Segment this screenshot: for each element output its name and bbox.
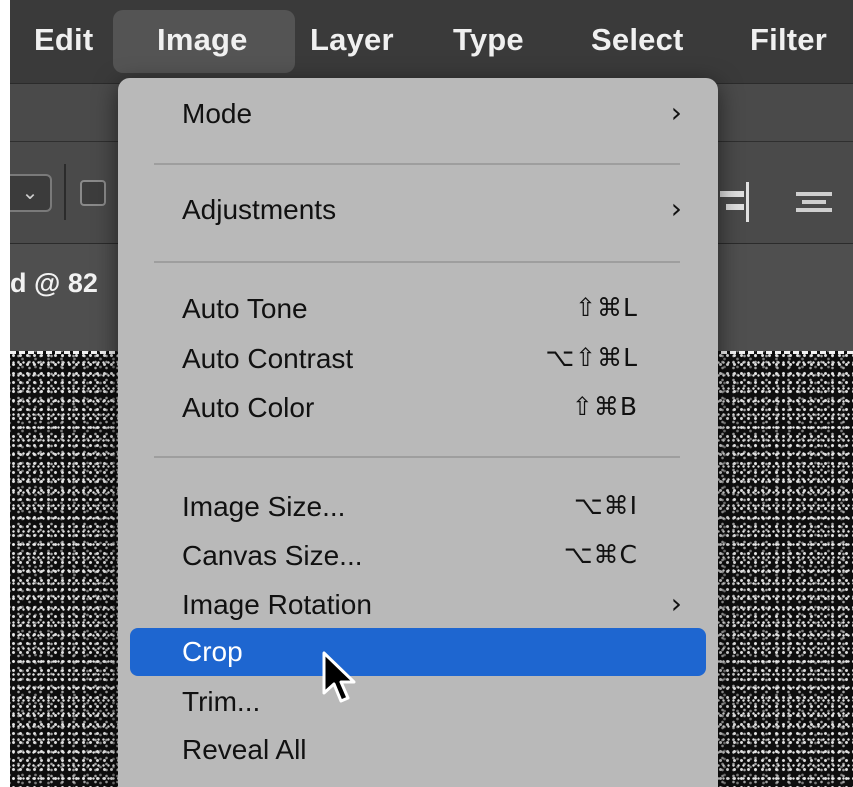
chevron-right-icon: › <box>670 192 682 225</box>
menu-select[interactable]: Select <box>591 22 684 58</box>
menu-item-label: Auto Color <box>182 392 315 423</box>
menu-item-label: Crop <box>182 636 243 667</box>
menu-item-image-size[interactable]: Image Size... ⌥⌘I <box>118 483 718 531</box>
menu-separator <box>154 456 680 458</box>
menu-item-shortcut: ⌥⌘C <box>563 540 638 569</box>
menu-item-label: Adjustments <box>182 194 337 225</box>
options-separator <box>64 164 66 220</box>
menu-item-shortcut: ⌥⌘I <box>573 491 638 520</box>
menu-item-adjustments[interactable]: Adjustments › <box>118 186 718 234</box>
menu-item-shortcut: ⇧⌘L <box>575 293 638 322</box>
menu-item-crop[interactable]: Crop <box>118 628 718 676</box>
chevron-down-icon: ⌄ <box>21 182 39 204</box>
menu-item-label: Auto Contrast <box>182 343 354 374</box>
menu-type[interactable]: Type <box>453 22 524 58</box>
image-menu-dropdown: Mode › Adjustments › Auto Tone ⇧⌘L Auto … <box>118 78 718 787</box>
menu-item-label: Image Size... <box>182 491 346 522</box>
align-center-icon[interactable] <box>792 182 836 222</box>
menu-separator <box>154 163 680 165</box>
arrow-cursor-icon <box>322 651 356 703</box>
menu-layer[interactable]: Layer <box>310 22 394 58</box>
app-window: Edit Image Layer Type Select Filter ⌄ d … <box>10 0 853 787</box>
menu-item-trim[interactable]: Trim... <box>118 678 718 726</box>
menu-item-shortcut: ⇧⌘B <box>571 392 638 421</box>
menu-item-auto-contrast[interactable]: Auto Contrast ⌥⇧⌘L <box>118 335 718 383</box>
chevron-right-icon: › <box>670 96 682 129</box>
menu-item-image-rotation[interactable]: Image Rotation › <box>118 581 718 629</box>
menu-item-reveal-all[interactable]: Reveal All <box>118 726 718 774</box>
menu-separator <box>154 261 680 263</box>
menu-item-label: Mode <box>182 98 253 129</box>
menu-edit[interactable]: Edit <box>34 22 93 58</box>
menu-item-auto-color[interactable]: Auto Color ⇧⌘B <box>118 384 718 432</box>
menu-item-mode[interactable]: Mode › <box>118 90 718 138</box>
options-dropdown[interactable]: ⌄ <box>10 174 52 212</box>
menu-item-label: Canvas Size... <box>182 540 363 571</box>
menu-filter[interactable]: Filter <box>750 22 827 58</box>
menu-item-label: Trim... <box>182 686 261 717</box>
menu-item-label: Image Rotation <box>182 589 372 620</box>
menu-item-canvas-size[interactable]: Canvas Size... ⌥⌘C <box>118 532 718 580</box>
menubar: Edit Image Layer Type Select Filter <box>10 0 853 83</box>
checkbox-icon[interactable] <box>80 180 106 206</box>
menu-item-shortcut: ⌥⇧⌘L <box>545 343 638 372</box>
menu-item-auto-tone[interactable]: Auto Tone ⇧⌘L <box>118 285 718 333</box>
chevron-right-icon: › <box>670 587 682 620</box>
menu-item-label: Auto Tone <box>182 293 308 324</box>
menu-item-label: Reveal All <box>182 734 307 765</box>
document-tab-title: d @ 82 <box>10 268 98 298</box>
menu-image[interactable]: Image <box>157 22 248 58</box>
